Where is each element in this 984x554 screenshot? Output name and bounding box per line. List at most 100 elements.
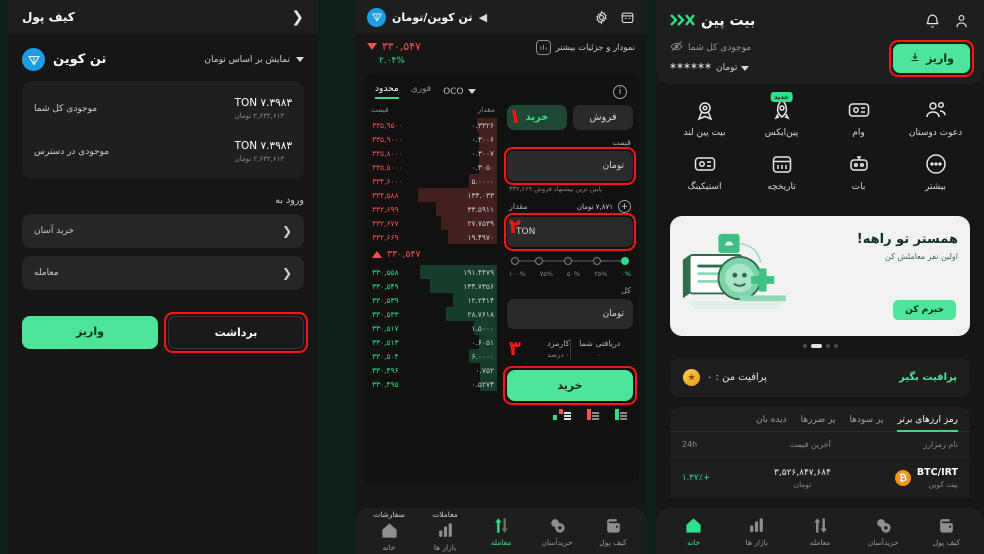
row-price: ۳۳۰,۵۳۳ <box>372 309 399 319</box>
profit-cta[interactable]: پرافیت بگیر <box>899 372 957 383</box>
amount-slider[interactable] <box>511 257 629 265</box>
menu-label: دعوت دوستان <box>908 128 963 138</box>
balance-value: ****** <box>670 61 712 75</box>
user-icon[interactable] <box>953 13 970 30</box>
nav-item-wallet[interactable]: کیف پول <box>920 516 972 547</box>
orderbook-buy-view-icon[interactable] <box>611 409 627 420</box>
order-book-row[interactable]: ۰.۳۰۰۶ ۳۳۵,۹۰۰۰ <box>369 132 497 146</box>
nav-item-home[interactable]: خانه <box>668 516 720 547</box>
nav-item-trade[interactable]: معامله <box>794 516 846 547</box>
link-label: خرید آسان <box>34 226 75 236</box>
amount-input[interactable]: TON <box>507 217 633 247</box>
row-symbol-cell: BTC/IRT بیت کوین ₿ <box>894 467 958 489</box>
nav-item-easybuy[interactable]: خریدآسان <box>531 516 583 547</box>
tab-losers[interactable]: پر ضررها <box>801 415 836 431</box>
promo-dot[interactable] <box>825 344 830 348</box>
menu-item-invite[interactable]: دعوت دوستان <box>907 98 965 138</box>
order-book-row[interactable]: ۰.۳۳۲۶ ۳۳۵,۹۵۰۰ <box>369 118 497 132</box>
menu-item-more[interactable]: بیشتر <box>907 152 965 192</box>
nav-item-markets[interactable]: بازار ها <box>731 516 783 547</box>
row-amount: ۰.۳۰۰۷ <box>471 148 494 158</box>
eye-off-icon[interactable] <box>670 40 683 56</box>
table-row[interactable]: BTC/IRT بیت کوین ₿ ۳,۵۲۶,۸۴۷,۶۸۴ تومان +… <box>670 458 970 498</box>
quick-menu-row-2: بیشتر بات تاریخچه استیکینگ <box>666 152 974 192</box>
tab-gainers[interactable]: پر سودها <box>849 415 883 431</box>
order-book-row[interactable]: ۱۹۱.۴۴۷۹ ۳۳۰,۵۵۸ <box>369 265 497 279</box>
order-book-row[interactable]: ۲۷.۷۵۳۹ ۳۳۲,۶۷۷ <box>369 216 497 230</box>
menu-item-pinex[interactable]: جدید پین‌ایکس <box>753 92 811 138</box>
slider-label-0: ۰% <box>621 270 631 278</box>
order-book-row[interactable]: ۱.۵۰۰۰ ۳۳۰,۵۱۷ <box>369 321 497 335</box>
deposit-button[interactable]: واریز <box>22 316 158 349</box>
menu-item-staking[interactable]: استیکینگ <box>676 152 734 192</box>
promo-banner[interactable]: همستر تو راهه! اولین نفر معاملش کن خبرم … <box>670 216 970 336</box>
slider-step-100[interactable] <box>511 257 519 265</box>
tab-limit[interactable]: محدود <box>375 84 399 99</box>
order-book-row[interactable]: ۰.۶۰۵۱ ۳۳۰,۵۱۳ <box>369 335 497 349</box>
bell-icon[interactable] <box>924 13 941 30</box>
orderbook-view-toggles <box>369 401 633 420</box>
menu-item-loan[interactable]: وام <box>830 98 888 138</box>
slider-step-50[interactable] <box>563 257 572 265</box>
profit-card[interactable]: پرافیت بگیر پرافیت من : ۰ ★ <box>670 358 970 397</box>
info-icon[interactable]: i <box>613 84 627 99</box>
order-book-row[interactable]: ۳۳.۵۹۱۱ ۳۳۲,۶۹۹ <box>369 202 497 216</box>
order-book-row[interactable]: ۰.۳۰۵۰ ۳۳۵,۵۰۰۰ <box>369 160 497 174</box>
slider-handle[interactable] <box>621 257 629 265</box>
home-icon <box>684 516 703 535</box>
order-book-row[interactable]: ۱۳۴.۰۳۳ ۳۳۴,۵۸۸ <box>369 188 497 202</box>
currency-filter[interactable]: نمایش بر اساس تومان <box>204 55 304 65</box>
chart-details-link[interactable]: نمودار و جزئیات بیشتر <box>535 40 635 55</box>
slider-step-75[interactable] <box>534 257 543 265</box>
order-book-row[interactable]: ۶.۰۰۰۰ ۳۳۰,۵۰۴ <box>369 349 497 363</box>
promo-title: همستر تو راهه! <box>856 232 958 247</box>
order-book-row[interactable]: ۲۸.۷۶۱۸ ۳۳۰,۵۳۳ <box>369 307 497 321</box>
order-book-row[interactable]: ۵.۰۰۰۰ ۳۳۴,۶۰۰۰ <box>369 174 497 188</box>
nav-item-markets[interactable]: معاملات بازار ها <box>419 510 471 552</box>
nav-item-trade[interactable]: معامله <box>475 516 527 547</box>
order-book-row[interactable]: ۱۲.۲۴۱۴ ۳۳۰,۵۳۹ <box>369 293 497 307</box>
tab-market[interactable]: فوری <box>411 84 431 99</box>
nav-item-home[interactable]: سفارشات خانه <box>363 510 415 552</box>
order-book-row[interactable]: ۱۳۴.۷۳۵۶ ۳۳۰,۵۴۹ <box>369 279 497 293</box>
promo-dot[interactable] <box>833 344 838 348</box>
promo-dot-active[interactable] <box>810 344 822 348</box>
menu-item-bitpinland[interactable]: بیت پین لند <box>676 98 734 138</box>
nav-label: خانه <box>382 543 396 552</box>
ob-col-price: قیمت <box>371 105 389 114</box>
nav-item-wallet[interactable]: کیف پول <box>587 516 639 547</box>
orderbook-sell-view-icon[interactable] <box>583 409 599 420</box>
link-item-trade[interactable]: ❮ معامله <box>22 256 304 290</box>
total-input[interactable]: تومان <box>507 299 633 329</box>
calendar-icon <box>770 152 794 176</box>
order-book-row[interactable]: ۰.۳۰۰۷ ۳۳۵,۸۰۰۰ <box>369 146 497 160</box>
chevron-left-icon[interactable]: ❮ <box>291 8 304 26</box>
plus-circle-icon[interactable]: + <box>618 200 631 213</box>
tab-watchlist[interactable]: دیده بان <box>756 415 787 431</box>
pair-selector[interactable]: ◀ تن کوین/تومان <box>367 7 487 27</box>
menu-label: بیت پین لند <box>683 128 726 138</box>
order-book-row[interactable]: ۰.۵۲۷۴ ۳۳۰,۴۹۵ <box>369 377 497 391</box>
tab-top-coins[interactable]: رمز ارزهای برتر <box>897 415 958 432</box>
slider-step-25[interactable] <box>592 257 601 265</box>
order-book-row[interactable]: ۱۹.۴۹۷۰ ۳۳۲,۶۶۹ <box>369 230 497 244</box>
menu-item-bot[interactable]: بات <box>830 152 888 192</box>
link-item-easybuy[interactable]: ❮ خرید آسان <box>22 214 304 248</box>
tab-oco[interactable]: OCO <box>443 87 476 97</box>
withdraw-button[interactable]: برداشت <box>168 316 304 349</box>
balance-amount-row[interactable]: تومان ****** <box>670 61 751 75</box>
sell-tab[interactable]: فروش <box>573 105 633 130</box>
gear-icon[interactable] <box>594 9 609 25</box>
orderbook-both-view-icon[interactable] <box>553 409 571 420</box>
promo-dot[interactable] <box>802 344 807 348</box>
nav-item-easybuy[interactable]: خریدآسان <box>857 516 909 547</box>
chevron-down-icon <box>296 57 304 62</box>
deposit-button[interactable]: واریز <box>893 44 970 73</box>
row-price: ۳۳۰,۴۹۵ <box>372 379 399 389</box>
order-book-row[interactable]: ۰.۷۵۲ ۳۳۰,۴۹۶ <box>369 363 497 377</box>
calendar-icon[interactable] <box>620 10 635 25</box>
submit-order-button[interactable]: خرید <box>507 370 633 401</box>
menu-item-history[interactable]: تاریخچه <box>753 152 811 192</box>
promo-button[interactable]: خبرم کن <box>893 300 956 320</box>
price-input[interactable]: تومان <box>507 151 633 181</box>
